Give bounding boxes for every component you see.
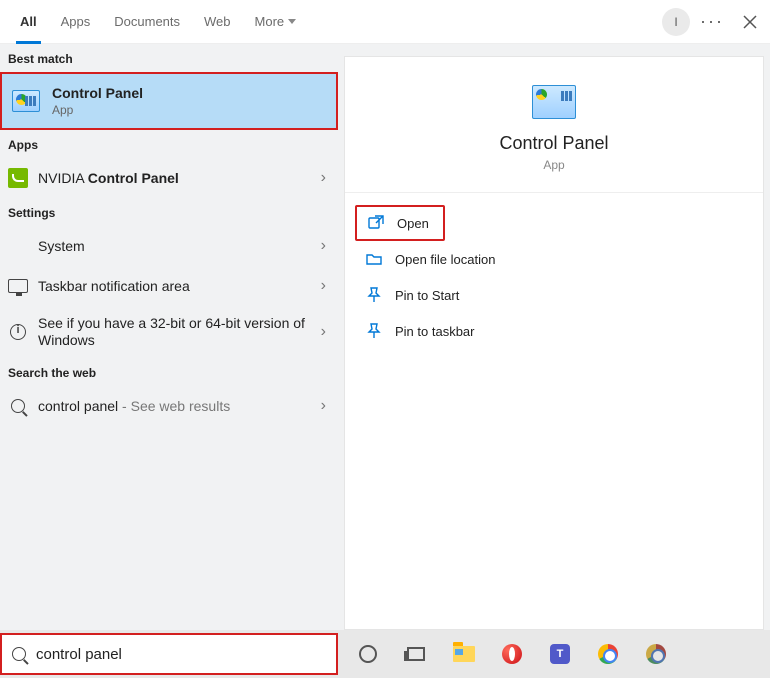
tab-more[interactable]: More	[243, 0, 309, 44]
chevron-right-icon: ›	[321, 237, 330, 255]
section-best-match: Best match	[0, 44, 338, 72]
section-settings: Settings	[0, 198, 338, 226]
search-input[interactable]	[36, 646, 326, 663]
chrome-button-2[interactable]	[642, 640, 670, 668]
teams-icon	[550, 644, 570, 664]
chrome-button[interactable]	[594, 640, 622, 668]
action-open-loc-label: Open file location	[395, 252, 495, 267]
task-view-icon	[407, 647, 425, 661]
opera-button[interactable]	[498, 640, 526, 668]
result-system-label: System	[38, 238, 321, 254]
detail-panel: Control Panel App Open Open file locatio…	[344, 56, 764, 630]
pin-icon	[365, 286, 383, 304]
section-search-web: Search the web	[0, 358, 338, 386]
chevron-right-icon: ›	[321, 397, 330, 415]
result-web-search[interactable]: control panel - See web results ›	[0, 386, 338, 426]
tab-more-label: More	[255, 14, 285, 29]
result-web-label: control panel - See web results	[38, 398, 321, 414]
best-match-title: Control Panel	[52, 85, 328, 101]
action-pin-to-start[interactable]: Pin to Start	[355, 277, 753, 313]
user-avatar[interactable]: I	[662, 8, 690, 36]
action-pin-taskbar-label: Pin to taskbar	[395, 324, 475, 339]
open-icon	[367, 214, 385, 232]
file-explorer-icon	[453, 646, 475, 662]
taskbar-search[interactable]	[0, 633, 338, 675]
monitor-icon	[8, 279, 28, 293]
close-button[interactable]	[738, 10, 762, 34]
search-icon	[11, 399, 25, 413]
more-options-button[interactable]: ···	[700, 11, 724, 32]
teams-button[interactable]	[546, 640, 574, 668]
taskbar	[0, 630, 770, 678]
best-match-subtitle: App	[52, 103, 328, 117]
result-taskbar-label: Taskbar notification area	[38, 278, 321, 294]
detail-subtitle: App	[543, 158, 564, 172]
opera-icon	[502, 644, 522, 664]
chevron-right-icon: ›	[321, 277, 330, 295]
result-nvidia-label: NVIDIA Control Panel	[38, 170, 321, 186]
chevron-down-icon	[288, 19, 296, 24]
control-panel-icon	[532, 85, 576, 119]
result-32-64-bit[interactable]: See if you have a 32-bit or 64-bit versi…	[0, 306, 338, 358]
action-open-label: Open	[397, 216, 429, 231]
search-icon	[12, 647, 26, 661]
info-icon	[10, 324, 26, 340]
action-pin-to-taskbar[interactable]: Pin to taskbar	[355, 313, 753, 349]
search-tabs: All Apps Documents Web More I ···	[0, 0, 770, 44]
close-icon	[743, 15, 757, 29]
results-panel: Best match Control Panel App Apps NVIDIA…	[0, 44, 338, 630]
task-view-button[interactable]	[402, 640, 430, 668]
chrome-icon	[598, 644, 618, 664]
chevron-right-icon: ›	[321, 323, 330, 341]
action-open-file-location[interactable]: Open file location	[355, 241, 753, 277]
cortana-button[interactable]	[354, 640, 382, 668]
result-taskbar-notification[interactable]: Taskbar notification area ›	[0, 266, 338, 306]
nvidia-icon	[8, 168, 28, 188]
action-open[interactable]: Open	[355, 205, 445, 241]
tab-web[interactable]: Web	[192, 0, 243, 44]
action-pin-start-label: Pin to Start	[395, 288, 459, 303]
result-system[interactable]: System ›	[0, 226, 338, 266]
cortana-icon	[359, 645, 377, 663]
result-nvidia-control-panel[interactable]: NVIDIA Control Panel ›	[0, 158, 338, 198]
tab-all[interactable]: All	[8, 0, 49, 44]
tab-documents[interactable]: Documents	[102, 0, 192, 44]
chrome-icon	[646, 644, 666, 664]
folder-icon	[365, 250, 383, 268]
result-bits-label: See if you have a 32-bit or 64-bit versi…	[38, 315, 321, 350]
file-explorer-button[interactable]	[450, 640, 478, 668]
tab-apps[interactable]: Apps	[49, 0, 103, 44]
chevron-right-icon: ›	[321, 169, 330, 187]
detail-title: Control Panel	[499, 133, 608, 154]
control-panel-icon	[12, 90, 40, 112]
section-apps: Apps	[0, 130, 338, 158]
pin-taskbar-icon	[365, 322, 383, 340]
best-match-control-panel[interactable]: Control Panel App	[0, 72, 338, 130]
